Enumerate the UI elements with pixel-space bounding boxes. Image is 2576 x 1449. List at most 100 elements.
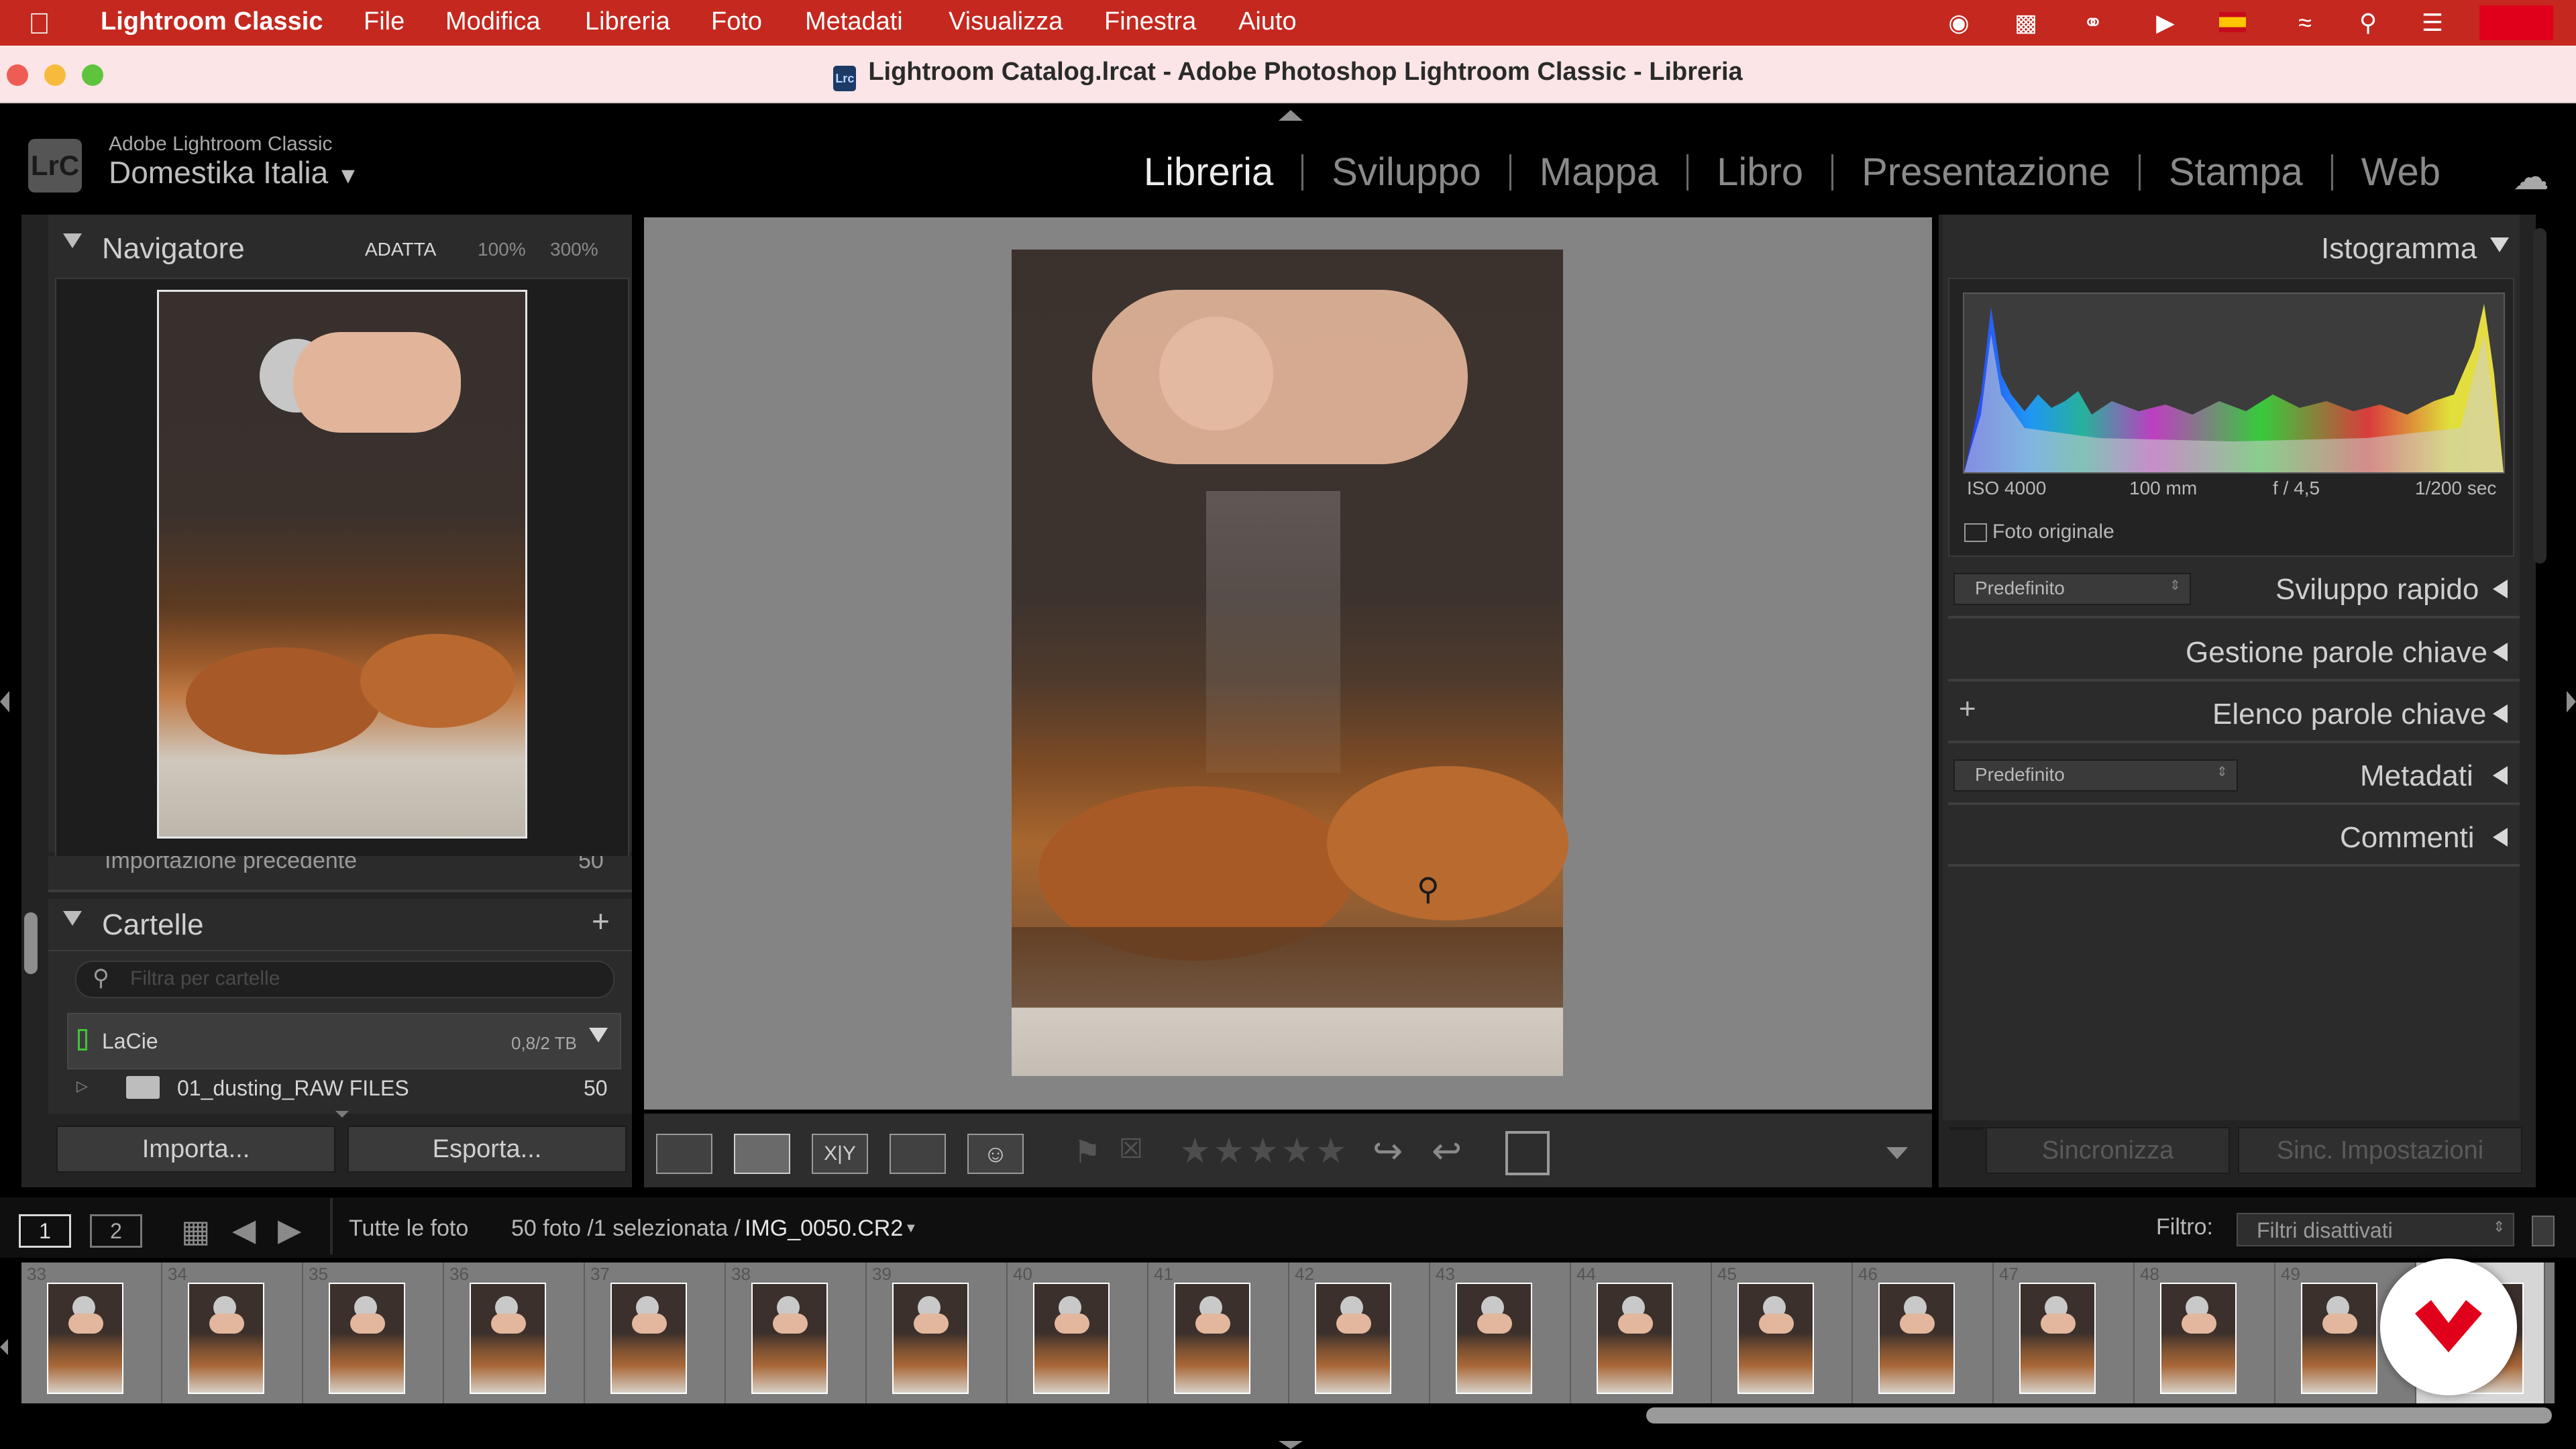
metadata-expand-icon[interactable] bbox=[2493, 766, 2508, 788]
filmstrip-cell[interactable]: 38 bbox=[726, 1263, 867, 1403]
thumbnail[interactable] bbox=[1033, 1283, 1110, 1394]
export-button[interactable]: Esporta... bbox=[347, 1126, 627, 1173]
thumbnail[interactable] bbox=[1737, 1283, 1814, 1394]
import-button[interactable]: Importa... bbox=[56, 1126, 335, 1173]
left-panel-toggle-icon[interactable] bbox=[0, 691, 9, 712]
filter-select[interactable]: Filtri disattivati ⇕ bbox=[2237, 1213, 2514, 1246]
folders-collapse-icon[interactable] bbox=[63, 911, 82, 929]
left-panel-scrollbar[interactable] bbox=[24, 912, 38, 974]
filmstrip-cell[interactable]: 43 bbox=[1430, 1263, 1571, 1403]
sync-settings-button[interactable]: Sinc. Impostazioni bbox=[2238, 1127, 2522, 1174]
volume-collapse-icon[interactable] bbox=[589, 1028, 608, 1046]
module-libro[interactable]: Libro bbox=[1688, 153, 1834, 192]
filmstrip-scrollbar[interactable] bbox=[1646, 1407, 2552, 1424]
filmstrip-cell[interactable]: 33 bbox=[21, 1263, 162, 1403]
thumbnail[interactable] bbox=[2301, 1283, 2377, 1394]
thumbnail[interactable] bbox=[2160, 1283, 2237, 1394]
filmstrip-cell[interactable]: 47 bbox=[1994, 1263, 2135, 1403]
menu-file[interactable]: File bbox=[364, 7, 405, 36]
control-center-icon[interactable]: ☰ bbox=[2418, 8, 2447, 38]
quick-develop-expand-icon[interactable] bbox=[2493, 580, 2508, 602]
rotate-left-icon[interactable]: ↪ bbox=[1373, 1130, 1403, 1172]
quick-develop-preset-select[interactable]: Predefinito ⇕ bbox=[1953, 573, 2191, 605]
menu-finestra[interactable]: Finestra bbox=[1104, 7, 1196, 36]
filmstrip-cell[interactable]: 36 bbox=[444, 1263, 585, 1403]
filter-lock-switch[interactable] bbox=[2532, 1216, 2555, 1246]
filmstrip-filename[interactable]: IMG_0050.CR2 bbox=[745, 1216, 903, 1242]
thumbnail[interactable] bbox=[1174, 1283, 1250, 1394]
thumbnail[interactable] bbox=[2019, 1283, 2096, 1394]
wifi-icon[interactable]: ≈ bbox=[2290, 8, 2320, 38]
toolbar-menu-icon[interactable] bbox=[1886, 1147, 1908, 1159]
filmstrip-cell[interactable]: 45 bbox=[1712, 1263, 1853, 1403]
navigator-thumbnail[interactable] bbox=[157, 290, 527, 839]
record-icon[interactable]: ◉ bbox=[1944, 8, 1974, 38]
module-libreria[interactable]: Libreria bbox=[1116, 153, 1304, 192]
comments-title[interactable]: Commenti bbox=[2340, 821, 2475, 855]
filmstrip-cell[interactable]: 46 bbox=[1853, 1263, 1994, 1403]
histogram-graph[interactable] bbox=[1963, 292, 2505, 474]
thumbnail[interactable] bbox=[751, 1283, 828, 1394]
grid-view-icon[interactable] bbox=[656, 1134, 712, 1174]
menu-app-name[interactable]: Lightroom Classic bbox=[101, 7, 323, 36]
survey-view-icon[interactable] bbox=[890, 1134, 946, 1174]
original-photo-checkbox[interactable] bbox=[1964, 523, 1987, 542]
thumbnail[interactable] bbox=[892, 1283, 969, 1394]
bottom-panel-toggle-icon[interactable] bbox=[1279, 1441, 1303, 1449]
play-icon[interactable]: ▶ bbox=[2151, 8, 2180, 38]
zoom-fit[interactable]: ADATTA bbox=[365, 239, 436, 260]
module-mappa[interactable]: Mappa bbox=[1511, 153, 1689, 192]
keyword-list-title[interactable]: Elenco parole chiave bbox=[2212, 698, 2486, 731]
flag-icon[interactable]: ⚑ bbox=[1073, 1134, 1101, 1170]
quick-develop-title[interactable]: Sviluppo rapido bbox=[2275, 573, 2479, 606]
loupe-view-icon[interactable] bbox=[734, 1134, 790, 1174]
module-sviluppo[interactable]: Sviluppo bbox=[1303, 153, 1511, 192]
filmstrip-source[interactable]: Tutte le foto bbox=[349, 1216, 468, 1242]
thumbnail[interactable] bbox=[1878, 1283, 1955, 1394]
thumbnail[interactable] bbox=[329, 1283, 405, 1394]
filmstrip-cell[interactable]: 34 bbox=[162, 1263, 303, 1403]
navigator-collapse-icon[interactable] bbox=[63, 233, 82, 252]
module-web[interactable]: Web bbox=[2333, 153, 2469, 192]
thumbnail[interactable] bbox=[47, 1283, 123, 1394]
menu-visualizza[interactable]: Visualizza bbox=[949, 7, 1063, 36]
back-arrow-icon[interactable]: ◀ bbox=[232, 1212, 256, 1248]
cloud-icon[interactable]: ☁ bbox=[2513, 156, 2549, 198]
main-window-button[interactable]: 1 bbox=[19, 1214, 71, 1248]
secondary-window-button[interactable]: 2 bbox=[90, 1214, 142, 1248]
volume-row-lacie[interactable]: LaCie 0,8/2 TB bbox=[67, 1013, 621, 1069]
identity-plate[interactable]: Domestika Italia ▼ bbox=[109, 154, 360, 191]
module-stampa[interactable]: Stampa bbox=[2141, 153, 2333, 192]
folder-expand-icon[interactable]: ▷ bbox=[76, 1077, 88, 1095]
apple-icon[interactable]:  bbox=[28, 7, 50, 41]
thumbnail[interactable] bbox=[1597, 1283, 1673, 1394]
menu-foto[interactable]: Foto bbox=[711, 7, 762, 36]
keywording-expand-icon[interactable] bbox=[2493, 643, 2508, 665]
sync-button[interactable]: Sincronizza bbox=[1986, 1127, 2230, 1174]
creative-cloud-icon[interactable]: ⚭ bbox=[2078, 8, 2108, 38]
filename-dropdown-icon[interactable]: ▼ bbox=[904, 1221, 918, 1236]
thumbnail[interactable] bbox=[1315, 1283, 1391, 1394]
right-panel-toggle-icon[interactable] bbox=[2567, 691, 2576, 712]
add-folder-button[interactable]: + bbox=[592, 903, 610, 939]
folder-row[interactable]: ▷ 01_dusting_RAW FILES 50 bbox=[67, 1072, 619, 1106]
module-presentazione[interactable]: Presentazione bbox=[1833, 153, 2141, 192]
main-photo[interactable] bbox=[1012, 250, 1568, 1076]
star-rating[interactable]: ★★★★★ bbox=[1179, 1131, 1349, 1171]
crop-overlay-icon[interactable] bbox=[1505, 1131, 1550, 1175]
menu-libreria[interactable]: Libreria bbox=[585, 7, 670, 36]
zoom-100[interactable]: 100% bbox=[478, 239, 526, 260]
zoom-300[interactable]: 300% bbox=[550, 239, 598, 260]
menu-modifica[interactable]: Modifica bbox=[445, 7, 541, 36]
menu-metadati[interactable]: Metadati bbox=[805, 7, 903, 36]
search-icon[interactable]: ⚲ bbox=[2353, 8, 2383, 38]
filmstrip-cell[interactable]: 37 bbox=[585, 1263, 726, 1403]
add-keyword-button[interactable]: + bbox=[1959, 692, 1976, 726]
forward-arrow-icon[interactable]: ▶ bbox=[278, 1212, 301, 1248]
grid-icon[interactable]: ▦ bbox=[181, 1213, 210, 1249]
metadata-title[interactable]: Metadati bbox=[2360, 759, 2473, 793]
right-panel-scrollbar[interactable] bbox=[2533, 228, 2546, 564]
filmstrip-cell[interactable]: 42 bbox=[1289, 1263, 1430, 1403]
histogram-collapse-icon[interactable] bbox=[2490, 237, 2509, 256]
thumbnail[interactable] bbox=[188, 1283, 264, 1394]
